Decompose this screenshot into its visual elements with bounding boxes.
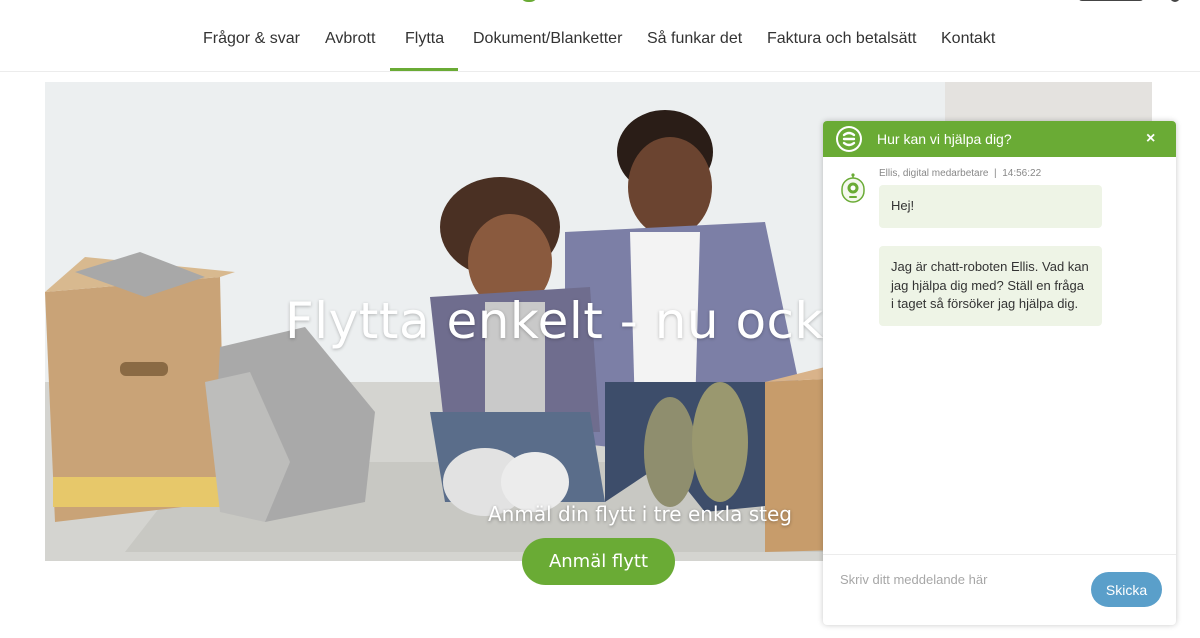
nav-menu: Frågor & svar Avbrott Flytta Dokument/Bl… — [0, 0, 1200, 72]
chat-divider — [823, 554, 1176, 555]
send-button[interactable]: Skicka — [1091, 572, 1162, 607]
nav-item-fragor-svar[interactable]: Frågor & svar — [203, 30, 300, 48]
chat-message-input[interactable] — [840, 565, 1090, 593]
hero-subtitle: Anmäl din flytt i tre enkla steg — [488, 502, 792, 526]
page: Frågor & svar Avbrott Flytta Dokument/Bl… — [0, 0, 1200, 638]
e-logo-icon — [836, 126, 862, 152]
nav-item-sa-funkar-det[interactable]: Så funkar det — [647, 30, 742, 48]
anmal-flytt-button[interactable]: Anmäl flytt — [522, 538, 675, 585]
chat-message: Hej! — [879, 185, 1102, 228]
chat-header-title: Hur kan vi hjälpa dig? — [877, 131, 1012, 147]
robot-avatar-icon — [839, 173, 867, 203]
nav-item-kontakt[interactable]: Kontakt — [941, 30, 995, 48]
chat-widget: Hur kan vi hjälpa dig? × Ellis, digital … — [823, 121, 1176, 625]
top-navigation: Frågor & svar Avbrott Flytta Dokument/Bl… — [0, 0, 1200, 72]
active-tab-indicator — [390, 68, 458, 71]
nav-item-dokument-blanketter[interactable]: Dokument/Blanketter — [473, 30, 622, 48]
chat-message: Jag är chatt-roboten Ellis. Vad kan jag … — [879, 246, 1102, 326]
close-icon[interactable]: × — [1146, 130, 1155, 148]
nav-item-avbrott[interactable]: Avbrott — [325, 30, 375, 48]
chat-message-meta: Ellis, digital medarbetare | 14:56:22 — [879, 168, 1042, 179]
nav-item-faktura-betalsatt[interactable]: Faktura och betalsätt — [767, 30, 916, 48]
chat-header: Hur kan vi hjälpa dig? × — [823, 121, 1176, 157]
nav-item-flytta[interactable]: Flytta — [405, 30, 444, 48]
